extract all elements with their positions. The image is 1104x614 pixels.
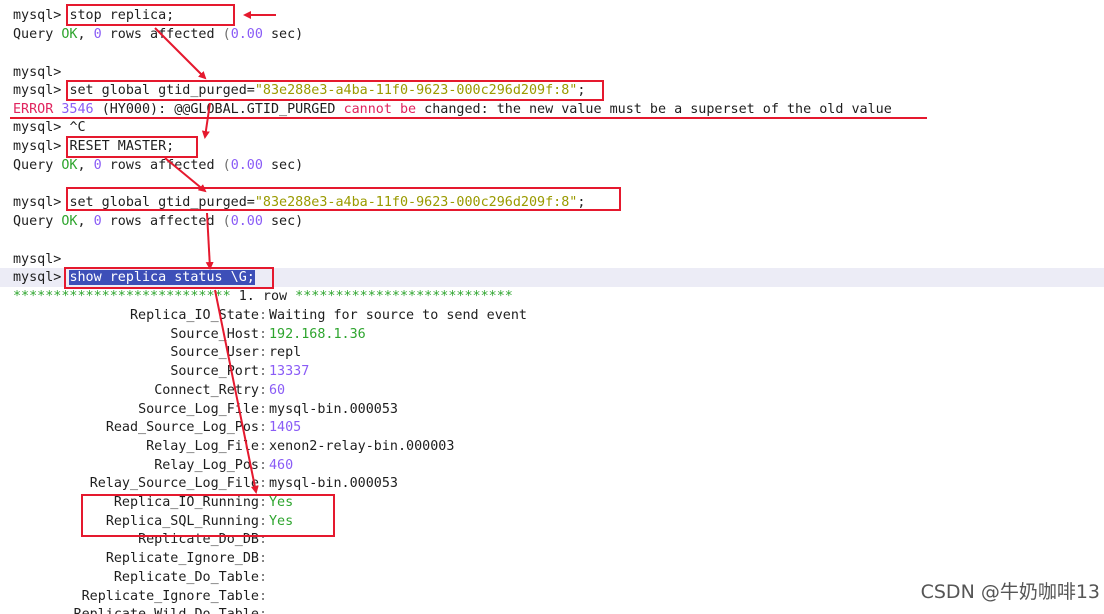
arrow-2 <box>201 102 211 139</box>
arrow-3 <box>164 157 207 193</box>
annotation-arrows <box>154 11 276 494</box>
watermark: CSDN @牛奶咖啡13 <box>920 581 1100 603</box>
arrow-4 <box>205 212 214 270</box>
arrow-1 <box>154 27 207 80</box>
terminal-window[interactable]: mysql> stop replica; Query OK, 0 rows af… <box>0 0 1104 614</box>
arrow-5 <box>214 289 259 494</box>
